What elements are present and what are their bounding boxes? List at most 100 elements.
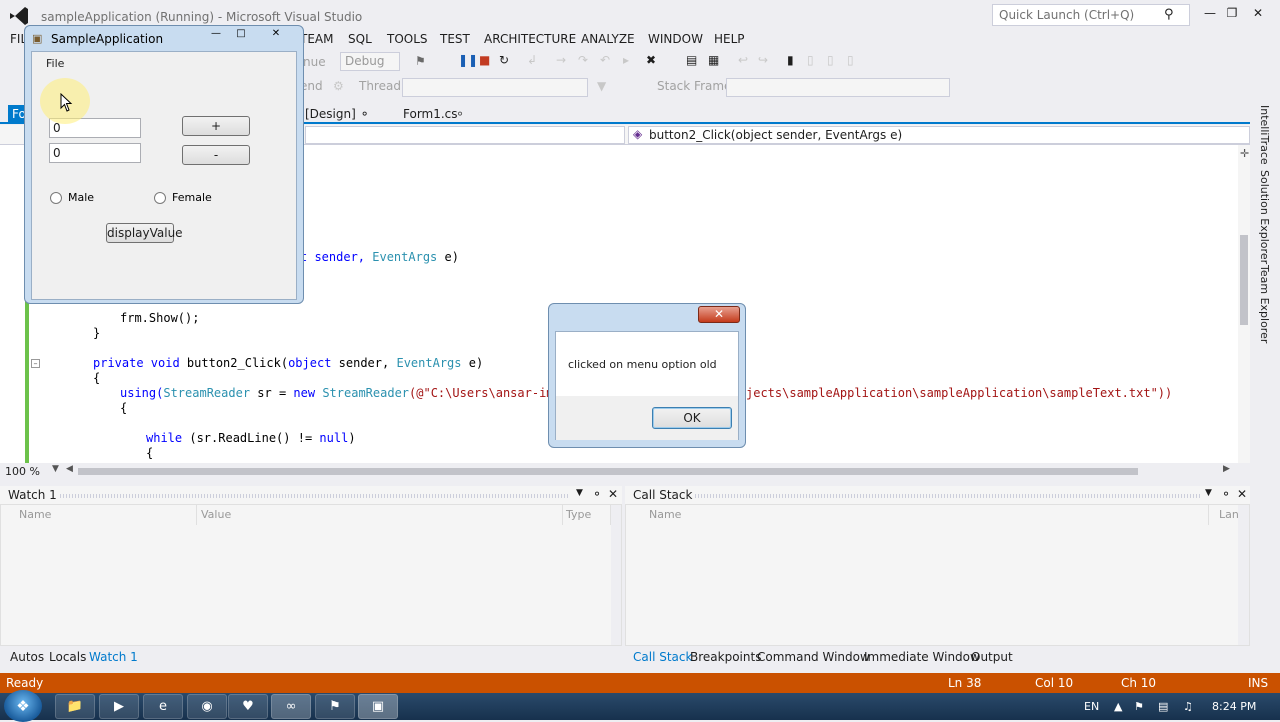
internet-explorer-icon[interactable]: e <box>143 694 183 719</box>
menu-test[interactable]: TEST <box>440 32 470 46</box>
callstack-grid[interactable]: Name Lang <box>625 504 1250 646</box>
sidetab-solution-explorer[interactable]: Solution Explorer <box>1258 170 1271 264</box>
language-indicator[interactable]: EN <box>1084 700 1099 713</box>
menu-help[interactable]: HELP <box>714 32 745 46</box>
chrome-icon[interactable]: ◉ <box>187 694 227 719</box>
minus-button[interactable]: - <box>182 145 250 165</box>
filter-icon[interactable]: ▼ <box>597 79 606 93</box>
column-header-name[interactable]: Name <box>639 505 1209 525</box>
editor-vertical-scrollbar[interactable]: ✛ <box>1238 145 1250 463</box>
next-bookmark-icon[interactable]: ▯ <box>827 53 834 67</box>
explorer-icon[interactable]: 📁 <box>55 694 95 719</box>
column-header-type[interactable]: Type <box>556 505 611 525</box>
horizontal-scroll-thumb[interactable] <box>78 468 1138 475</box>
hex-icon[interactable]: ▸ <box>623 53 629 67</box>
search-icon[interactable]: ⚲ <box>1164 7 1174 22</box>
maximize-icon[interactable]: □ <box>230 28 252 42</box>
config-select[interactable]: Debug <box>340 52 400 71</box>
pin-icon[interactable]: ⚬ <box>592 487 602 501</box>
minimize-icon[interactable]: — <box>205 28 227 42</box>
flag-icon[interactable]: ⚑ <box>1134 700 1144 713</box>
editor-horizontal-scrollbar[interactable]: 100 % ▼ ◀ ▶ <box>0 463 1238 479</box>
messenger-icon[interactable]: ♥ <box>228 694 268 719</box>
collapse-toggle[interactable]: – <box>31 359 40 368</box>
display-value-button[interactable]: displayValue <box>106 223 183 243</box>
tab-form-cs[interactable]: Form1.cs <box>403 107 458 121</box>
sample-app-taskbar-icon[interactable]: ▣ <box>358 694 398 719</box>
exception-icon[interactable]: ✖ <box>646 53 656 67</box>
plus-button[interactable]: + <box>182 116 250 136</box>
list-icon[interactable]: ▦ <box>708 53 719 67</box>
tab-call-stack[interactable]: Call Stack <box>633 650 692 664</box>
sidetab-intellitrace[interactable]: IntelliTrace <box>1258 105 1271 165</box>
media-player-icon[interactable]: ▶ <box>99 694 139 719</box>
clear-bookmark-icon[interactable]: ▯ <box>847 53 854 67</box>
show-hidden-icons-icon[interactable]: ▲ <box>1114 700 1122 713</box>
menu-tools[interactable]: TOOLS <box>387 32 428 46</box>
scroll-left-icon[interactable]: ◀ <box>66 464 73 474</box>
stack-frame-select[interactable] <box>726 78 950 97</box>
column-header-name[interactable]: Name <box>9 505 197 525</box>
dropdown-icon[interactable]: ▼ <box>576 488 583 498</box>
menu-sql[interactable]: SQL <box>348 32 372 46</box>
sidetab-team-explorer[interactable]: Team Explorer <box>1258 265 1271 343</box>
dropdown-icon[interactable]: ▼ <box>1205 488 1212 498</box>
uncomment-icon[interactable]: ↪ <box>758 53 768 67</box>
prev-bookmark-icon[interactable]: ▯ <box>807 53 814 67</box>
ok-button[interactable]: OK <box>652 407 732 429</box>
column-header-value[interactable]: Value <box>191 505 563 525</box>
pause-icon[interactable]: ❚❚ <box>458 53 478 67</box>
clock[interactable]: 8:24 PM <box>1212 700 1256 713</box>
column-header-lang[interactable]: Lang <box>1209 505 1246 525</box>
tab-form-design[interactable]: [Design] ⚬ <box>305 107 370 121</box>
watch-grid[interactable]: Name Value Type <box>0 504 622 646</box>
form-menu-file[interactable]: File <box>46 57 64 70</box>
restart-icon[interactable]: ↻ <box>499 53 509 67</box>
zoom-dropdown-icon[interactable]: ▼ <box>52 464 59 474</box>
volume-icon[interactable]: ♫ <box>1183 700 1193 713</box>
comment-icon[interactable]: ↩ <box>738 53 748 67</box>
dialog-close-button[interactable]: ✕ <box>698 306 740 323</box>
diagram-icon[interactable]: ▤ <box>686 53 697 67</box>
start-button-icon[interactable]: ❖ <box>4 690 42 722</box>
second-number-input[interactable]: 0 <box>49 143 141 163</box>
female-radio[interactable] <box>154 192 166 204</box>
bookmark-icon[interactable]: ▮ <box>787 53 794 67</box>
tab-command-window[interactable]: Command Window <box>757 650 870 664</box>
menu-team[interactable]: TEAM <box>300 32 333 46</box>
step-over-icon[interactable]: ↷ <box>578 53 588 67</box>
visual-studio-taskbar-icon[interactable]: ∞ <box>271 694 311 719</box>
class-select[interactable] <box>305 126 625 144</box>
zoom-level[interactable]: 100 % <box>5 465 40 478</box>
menu-window[interactable]: WINDOW <box>648 32 703 46</box>
pin-icon[interactable]: ⚬ <box>455 107 465 121</box>
menu-analyze[interactable]: ANALYZE <box>581 32 635 46</box>
close-icon[interactable]: ✕ <box>257 28 295 42</box>
network-icon[interactable]: ▤ <box>1158 700 1168 713</box>
member-select[interactable]: ◈ button2_Click(object sender, EventArgs… <box>628 126 1250 144</box>
tab-breakpoints[interactable]: Breakpoints <box>690 650 761 664</box>
show-next-icon[interactable]: ↲ <box>527 53 537 67</box>
pin-icon[interactable]: ⚬ <box>1221 487 1231 501</box>
tab-autos[interactable]: Autos <box>10 650 44 664</box>
tab-output[interactable]: Output <box>971 650 1013 664</box>
step-out-icon[interactable]: ↶ <box>600 53 610 67</box>
close-icon[interactable]: ✕ <box>608 487 618 501</box>
thread-select[interactable] <box>402 78 588 97</box>
scroll-thumb[interactable] <box>1240 235 1248 325</box>
continue-button[interactable]: nue <box>303 55 326 69</box>
tab-watch1[interactable]: Watch 1 <box>89 650 138 664</box>
stop-icon[interactable]: ■ <box>479 53 490 67</box>
callstack-scrollbar[interactable] <box>1238 505 1249 645</box>
close-icon[interactable]: ✕ <box>1248 6 1268 20</box>
tab-locals[interactable]: Locals <box>49 650 86 664</box>
quick-launch-input[interactable]: Quick Launch (Ctrl+Q) <box>992 4 1190 26</box>
close-icon[interactable]: ✕ <box>1237 487 1247 501</box>
restore-icon[interactable]: ❐ <box>1222 6 1242 20</box>
tools-taskbar-icon[interactable]: ⚑ <box>315 694 355 719</box>
watch-scrollbar[interactable] <box>611 505 621 645</box>
scroll-right-icon[interactable]: ▶ <box>1223 464 1230 474</box>
step-into-icon[interactable]: → <box>556 53 566 67</box>
minimize-icon[interactable]: — <box>1200 6 1220 20</box>
menu-architecture[interactable]: ARCHITECTURE <box>484 32 576 46</box>
